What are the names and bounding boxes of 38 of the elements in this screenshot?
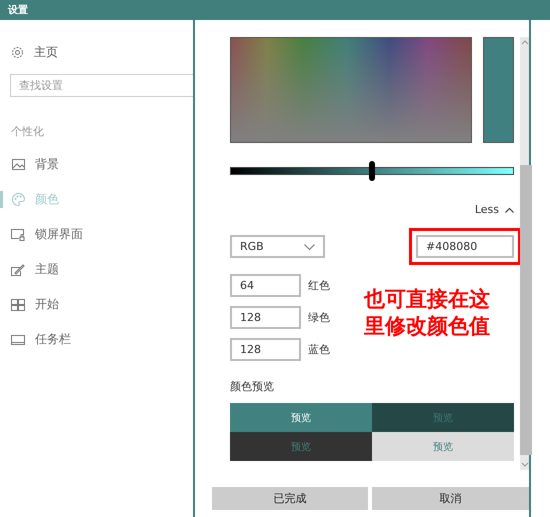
taskbar-icon bbox=[11, 334, 25, 344]
brush-icon bbox=[11, 264, 25, 276]
slider-thumb[interactable] bbox=[369, 161, 375, 181]
preview-heading: 颜色预览 bbox=[230, 379, 275, 394]
lock-screen-icon bbox=[11, 228, 25, 240]
annotation-text: 也可直接在这里修改颜色值 bbox=[364, 286, 491, 340]
chevron-up-icon bbox=[505, 206, 514, 212]
sidebar-item[interactable]: 背景 bbox=[0, 147, 193, 182]
preview-tile: 预览 bbox=[230, 432, 372, 461]
channel-field[interactable]: 128 bbox=[230, 338, 301, 361]
color-mode-dropdown[interactable]: RGB bbox=[230, 235, 325, 258]
chevron-down-icon bbox=[304, 244, 315, 250]
sidebar-item[interactable]: 主题 bbox=[0, 252, 193, 287]
picture-icon bbox=[12, 159, 24, 170]
preview-tile: 预览 bbox=[372, 432, 514, 461]
color-spectrum[interactable] bbox=[230, 37, 472, 143]
brightness-slider[interactable] bbox=[230, 161, 514, 181]
less-button[interactable]: Less bbox=[474, 203, 514, 216]
section-heading: 个性化 bbox=[11, 124, 45, 138]
palette-icon bbox=[12, 193, 24, 206]
hex-field[interactable]: #408080 bbox=[416, 235, 514, 258]
sidebar-item[interactable]: 锁屏界面 bbox=[0, 217, 193, 252]
channel-field[interactable]: 128 bbox=[230, 306, 301, 329]
channel-field[interactable]: 64 bbox=[230, 274, 301, 297]
channel-label: 红色 bbox=[308, 278, 330, 293]
scrollbar[interactable] bbox=[520, 37, 529, 470]
channel-label: 绿色 bbox=[308, 310, 330, 325]
preview-tile: 预览 bbox=[230, 403, 372, 432]
channel-label: 蓝色 bbox=[308, 342, 330, 357]
settings-icon bbox=[11, 46, 24, 58]
dialog-button[interactable]: 已完成 bbox=[212, 487, 368, 510]
dialog-button[interactable]: 取消 bbox=[372, 487, 529, 510]
start-icon bbox=[11, 298, 25, 310]
home-link[interactable]: 主页 bbox=[0, 41, 58, 63]
sidebar-item[interactable]: 任务栏 bbox=[0, 322, 193, 357]
window-title: 设置 bbox=[8, 4, 28, 17]
search-field[interactable]: 查找设置 bbox=[10, 74, 193, 97]
sidebar-item[interactable]: 开始 bbox=[0, 287, 193, 322]
